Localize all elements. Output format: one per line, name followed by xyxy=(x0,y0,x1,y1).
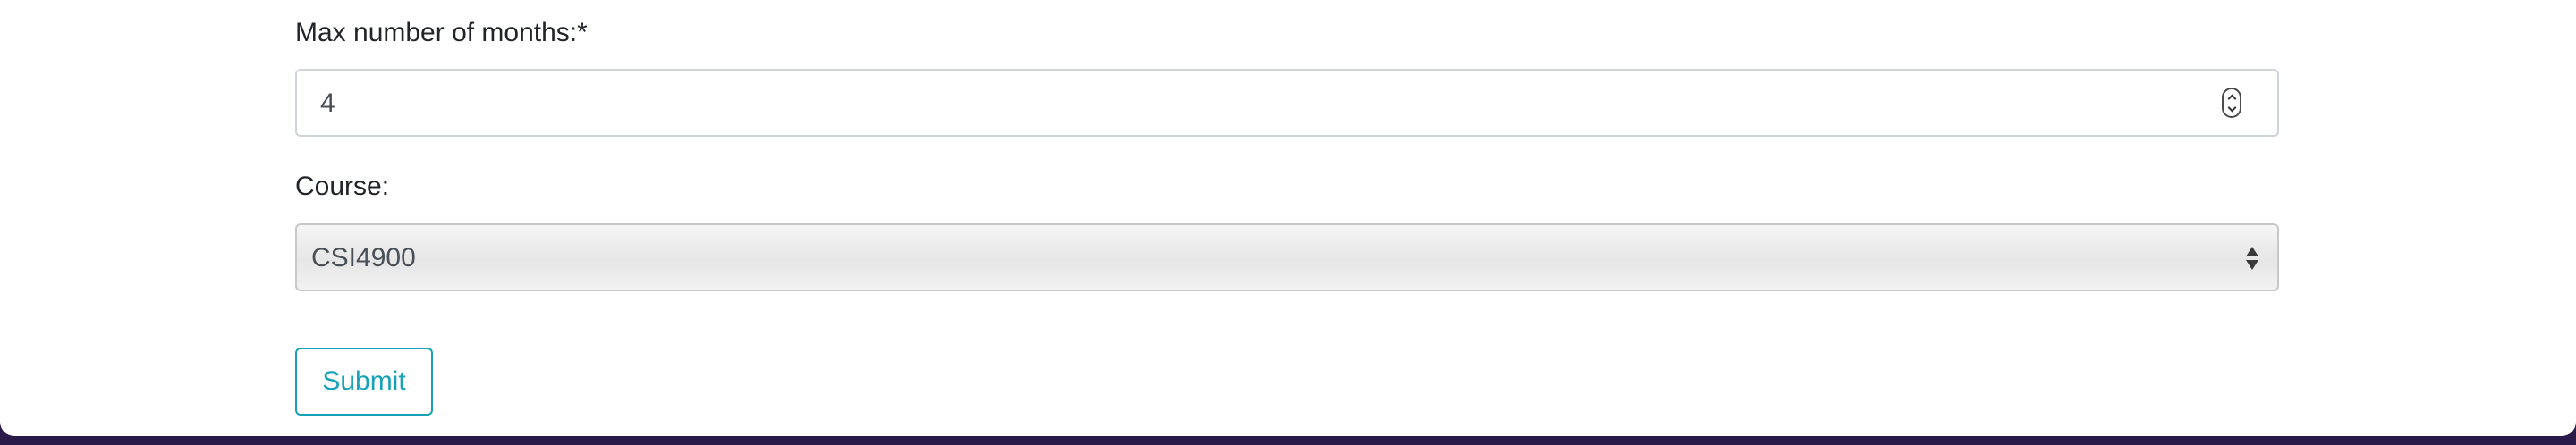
select-arrows-icon xyxy=(2243,245,2259,273)
course-selected-value: CSI4900 xyxy=(311,243,416,273)
max-months-label: Max number of months:* xyxy=(295,18,588,47)
stepper-icon[interactable] xyxy=(2222,88,2241,118)
course-select[interactable]: CSI4900 xyxy=(295,223,2279,291)
course-label: Course: xyxy=(295,172,390,201)
max-months-value: 4 xyxy=(320,88,335,118)
stepper-up-icon[interactable] xyxy=(2227,94,2236,103)
submit-button[interactable]: Submit xyxy=(295,348,433,416)
form-card: Max number of months:* 4 Course: CSI4900… xyxy=(0,0,2576,436)
max-months-input[interactable]: 4 xyxy=(295,69,2279,137)
stepper-down-icon[interactable] xyxy=(2227,103,2236,112)
